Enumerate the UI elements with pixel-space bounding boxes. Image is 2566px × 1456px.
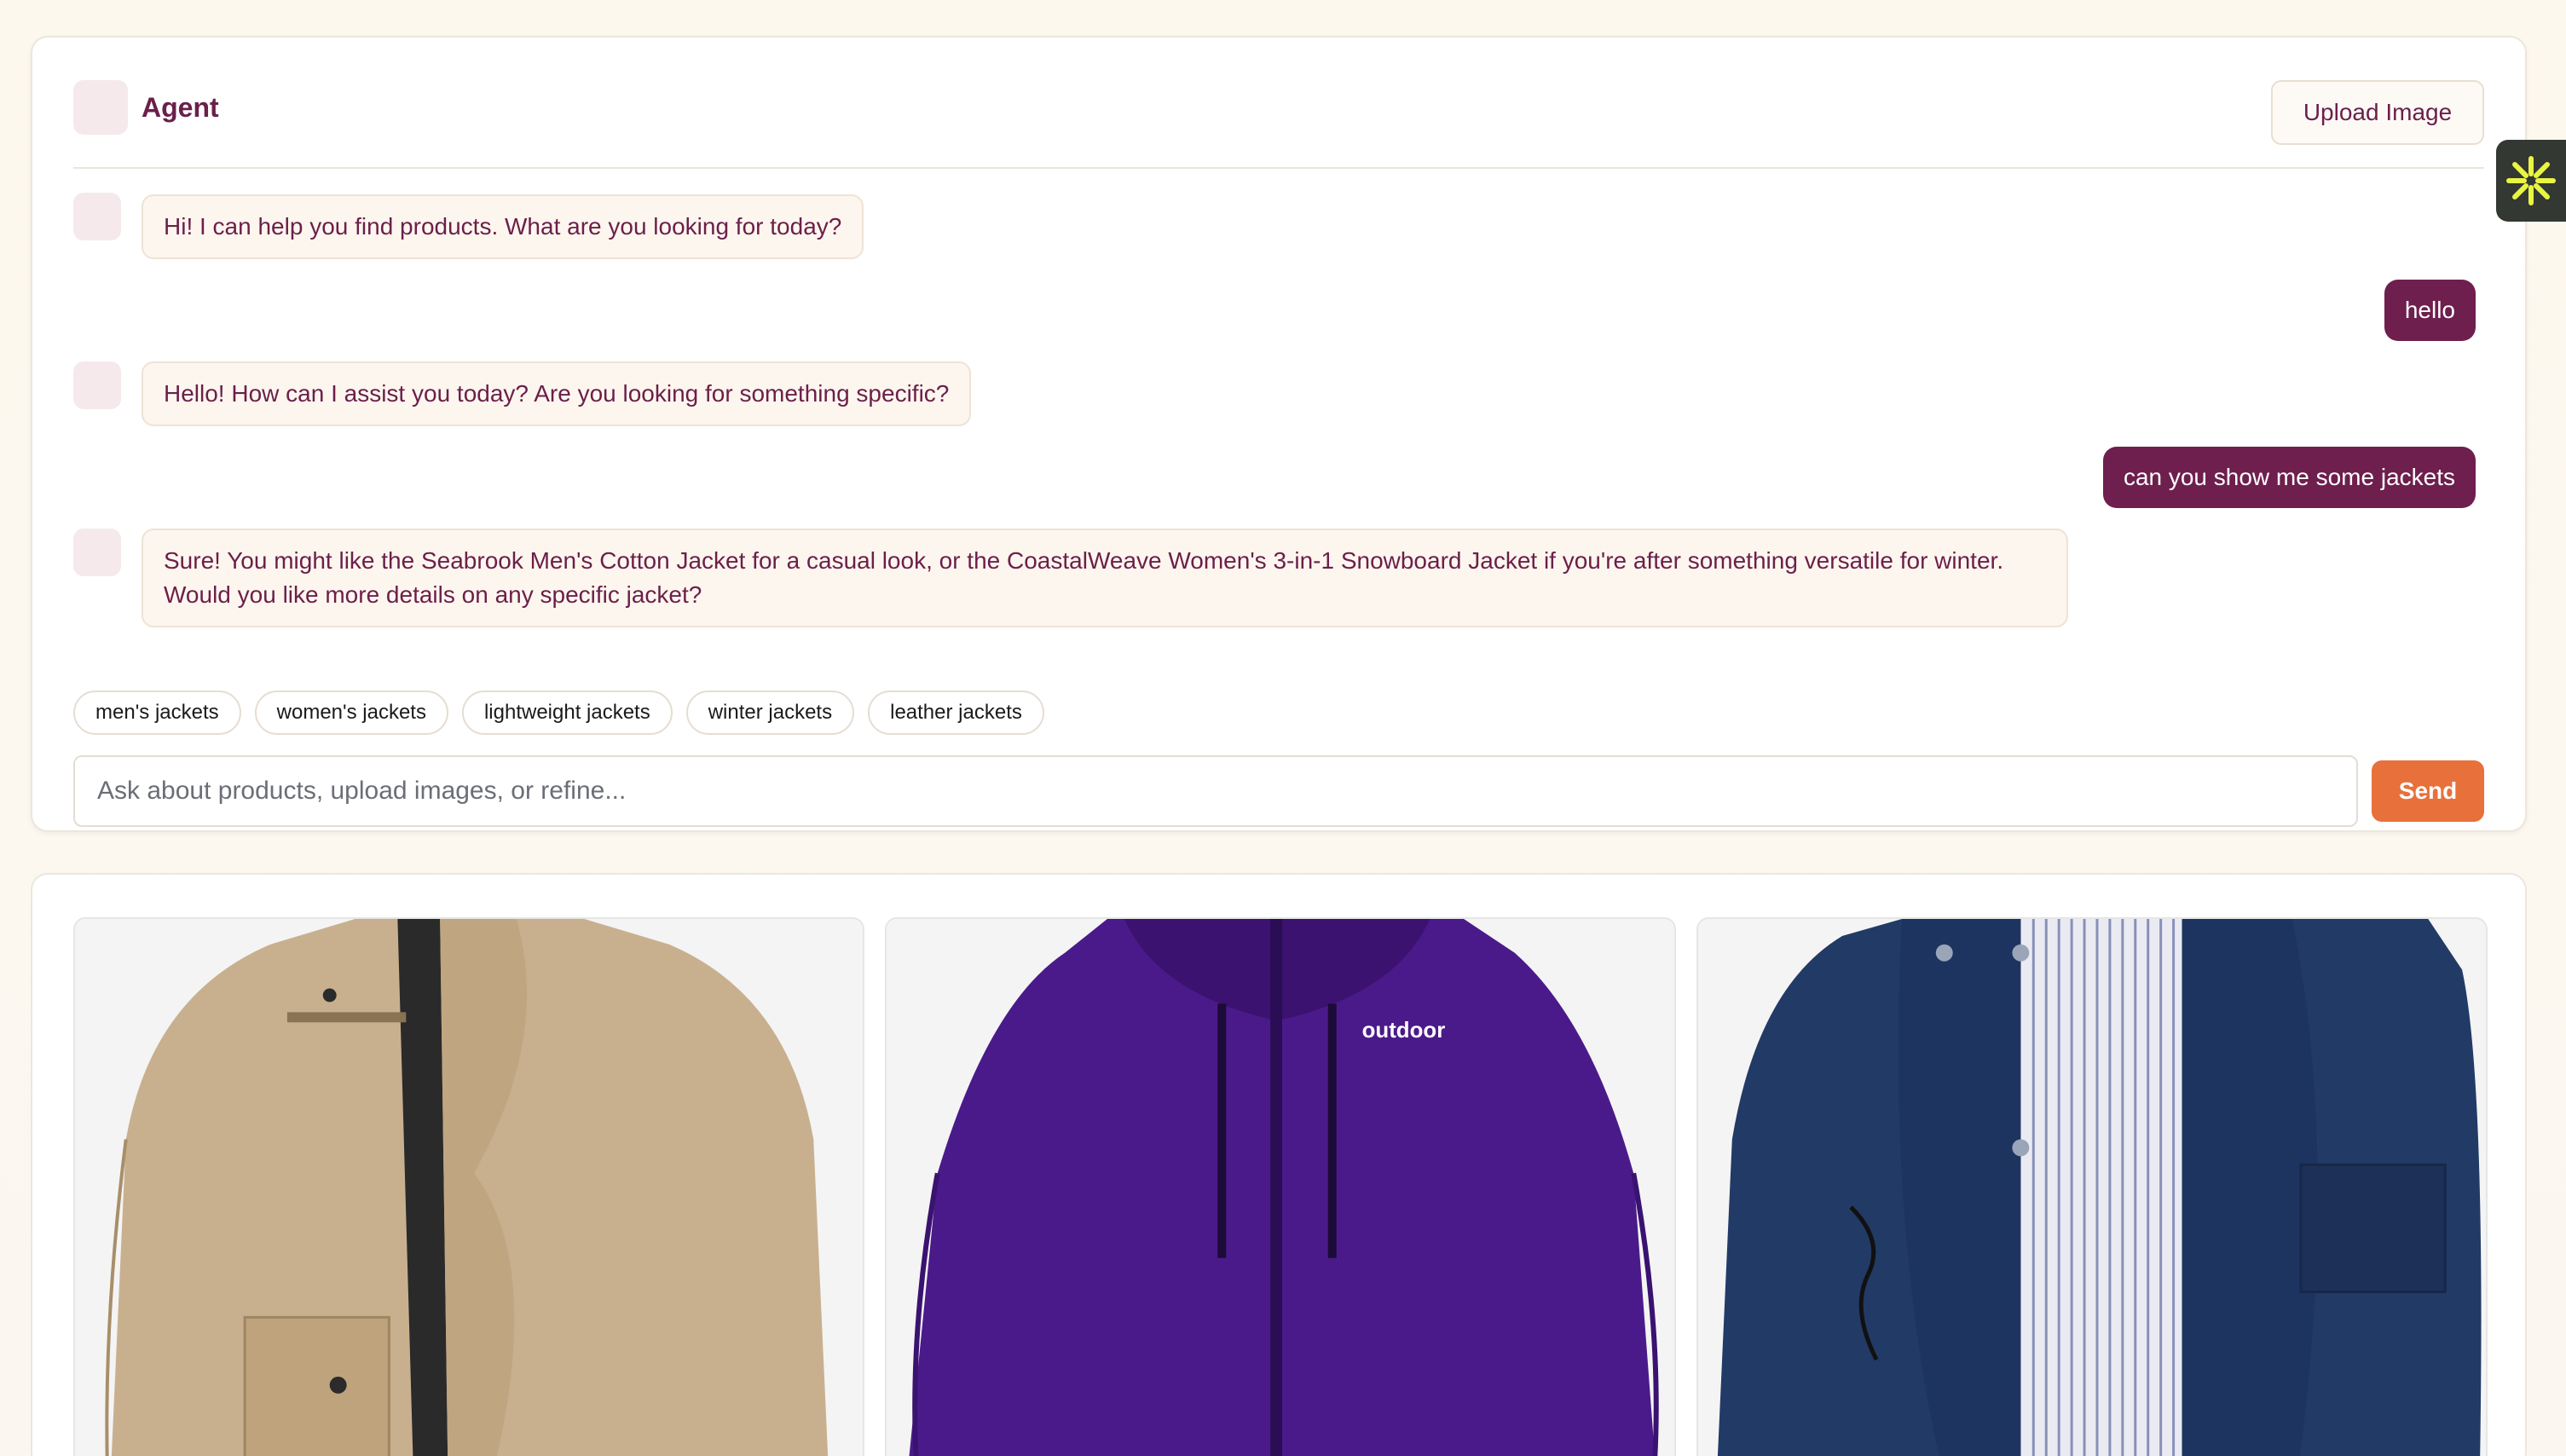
message-row: can you show me some jackets [73, 447, 2484, 511]
message-row: hello [73, 280, 2484, 344]
suggestion-chips: men's jackets women's jackets lightweigh… [73, 690, 1044, 735]
message-row: Hello! How can I assist you today? Are y… [73, 361, 2484, 430]
assistant-message: Sure! You might like the Seabrook Men's … [142, 529, 2068, 627]
agent-avatar [73, 80, 128, 135]
suggestion-chip[interactable]: winter jackets [685, 690, 855, 735]
message-row: Hi! I can help you find products. What a… [73, 193, 2484, 263]
khaki-cotton-jacket-image [75, 919, 863, 1456]
user-message: can you show me some jackets [2102, 447, 2476, 508]
products-panel: outdoor [31, 873, 2527, 1456]
product-card[interactable]: outdoor [885, 917, 1676, 1456]
user-message: hello [2384, 280, 2476, 341]
asterisk-icon [2506, 156, 2556, 205]
product-card[interactable] [1696, 917, 2488, 1456]
chat-header: Agent Upload Image [73, 80, 2484, 169]
assistant-avatar [73, 529, 121, 576]
assistant-avatar [73, 193, 121, 240]
assistant-avatar [73, 361, 121, 409]
assistant-message: Hi! I can help you find products. What a… [142, 194, 864, 259]
assistant-message: Hello! How can I assist you today? Are y… [142, 361, 972, 426]
purple-hooded-jacket-image: outdoor [887, 919, 1674, 1456]
upload-image-button[interactable]: Upload Image [2271, 80, 2484, 145]
suggestion-chip[interactable]: leather jackets [868, 690, 1044, 735]
product-card[interactable] [73, 917, 864, 1456]
suggestion-chip[interactable]: women's jackets [254, 690, 448, 735]
chat-panel: Agent Upload Image Hi! I can help you fi… [31, 36, 2527, 832]
outdoor-print: outdoor [1362, 1019, 1446, 1043]
agent-title: Agent [142, 92, 219, 123]
send-button[interactable]: Send [2372, 760, 2484, 822]
message-row: Sure! You might like the Seabrook Men's … [73, 529, 2484, 634]
side-widget[interactable] [2496, 140, 2566, 222]
chat-input[interactable] [73, 755, 2358, 827]
suggestion-chip[interactable]: men's jackets [73, 690, 241, 735]
suggestion-chip[interactable]: lightweight jackets [461, 690, 673, 735]
navy-utility-jacket-image [1698, 919, 2486, 1456]
